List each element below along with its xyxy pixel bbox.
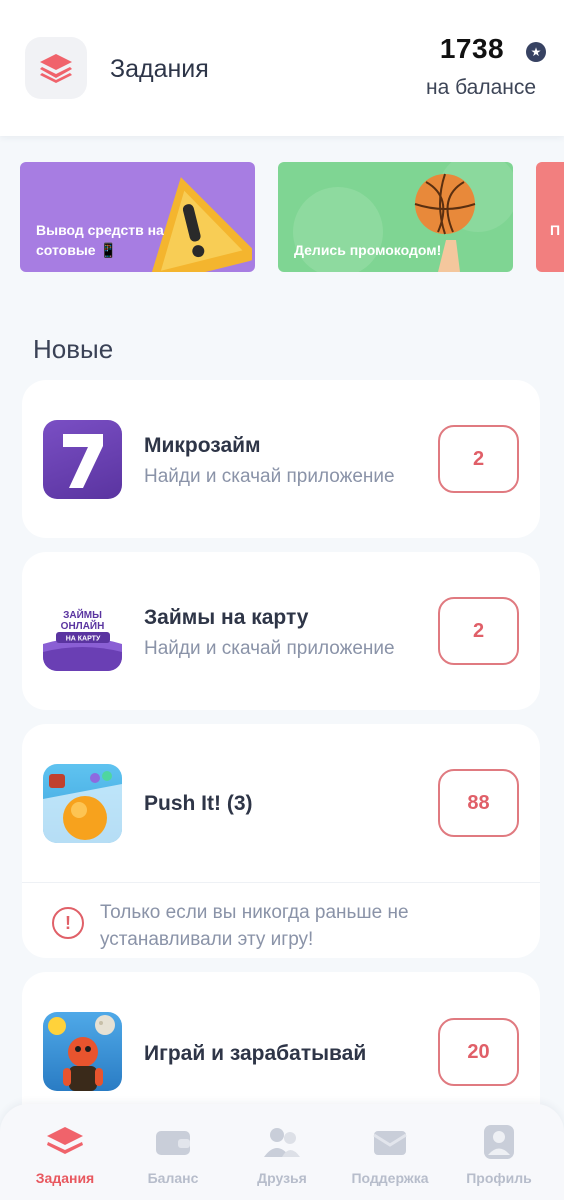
bottom-nav: Задания Баланс Друзья Поддержка Профиль: [0, 1104, 564, 1200]
reward-button[interactable]: 2: [438, 597, 519, 665]
section-title: Новые: [33, 334, 114, 364]
task-subtitle: Найди и скачай приложение: [144, 466, 395, 487]
nav-item-profile[interactable]: Профиль: [443, 1104, 555, 1200]
nav-item-friends[interactable]: Друзья: [226, 1104, 338, 1200]
nav-label: Задания: [35, 1170, 95, 1186]
friends-icon: [262, 1124, 302, 1160]
layers-icon[interactable]: [25, 37, 87, 99]
reward-button[interactable]: 20: [438, 1018, 519, 1086]
task-title: Микрозайм: [144, 434, 261, 457]
balance-counter[interactable]: 1738: [426, 22, 518, 76]
banner-text: Делись промокодом!: [294, 242, 442, 258]
svg-text:НА КАРТУ: НА КАРТУ: [66, 636, 101, 643]
banner-promo[interactable]: Делись промокодом!: [278, 162, 513, 272]
warning-row: ! Только если вы никогда раньше не устан…: [22, 882, 540, 958]
push-it-game-icon: [43, 764, 122, 843]
task-title: Push It! (3): [144, 792, 253, 815]
support-icon: [370, 1124, 410, 1160]
profile-icon: [479, 1124, 519, 1160]
banner-text: П Т: [550, 222, 564, 238]
balance-label: на балансе: [426, 76, 537, 99]
task-subtitle: Найди и скачай приложение: [144, 638, 395, 659]
header: Задания 1738 ★ на балансе: [0, 0, 564, 136]
task-card[interactable]: Push It! (3) 88 ! Только если вы никогда…: [22, 724, 540, 958]
nav-label: Поддержка: [351, 1170, 429, 1186]
nav-item-tasks[interactable]: Задания: [9, 1104, 121, 1200]
nav-item-balance[interactable]: Баланс: [117, 1104, 229, 1200]
task-card[interactable]: Микрозайм Найди и скачай приложение 2: [22, 380, 540, 538]
svg-text:ОНЛАЙН: ОНЛАЙН: [61, 619, 105, 632]
loans-app-icon: ЗАЙМЫ ОНЛАЙН НА КАРТУ: [43, 592, 122, 671]
svg-text:ЗАЙМЫ: ЗАЙМЫ: [63, 608, 102, 621]
banner-text: Вывод средств на сотовые 📱: [36, 222, 164, 258]
reward-button[interactable]: 88: [438, 769, 519, 837]
task-card[interactable]: ЗАЙМЫ ОНЛАЙН НА КАРТУ Займы на карту Най…: [22, 552, 540, 710]
nav-label: Баланс: [147, 1170, 199, 1186]
task-title: Играй и зарабатывай: [144, 1042, 367, 1065]
tasks-icon: [45, 1124, 85, 1160]
banner-withdraw[interactable]: Вывод средств на сотовые 📱: [20, 162, 255, 272]
warning-text: Только если вы никогда раньше не устанав…: [100, 902, 409, 950]
nav-label: Профиль: [466, 1170, 532, 1186]
page-title: Задания: [110, 55, 209, 83]
banner-partial[interactable]: П Т: [536, 162, 564, 272]
wallet-icon: [153, 1124, 193, 1160]
play-earn-game-icon: [43, 1012, 122, 1091]
nav-item-support[interactable]: Поддержка: [334, 1104, 446, 1200]
balance-value: 1738: [439, 33, 505, 64]
seven-app-icon: [43, 420, 122, 499]
task-title: Займы на карту: [144, 606, 309, 629]
nav-label: Друзья: [257, 1170, 307, 1186]
reward-button[interactable]: 2: [438, 425, 519, 493]
warning-icon: !: [52, 907, 84, 939]
star-icon: ★: [526, 42, 546, 62]
